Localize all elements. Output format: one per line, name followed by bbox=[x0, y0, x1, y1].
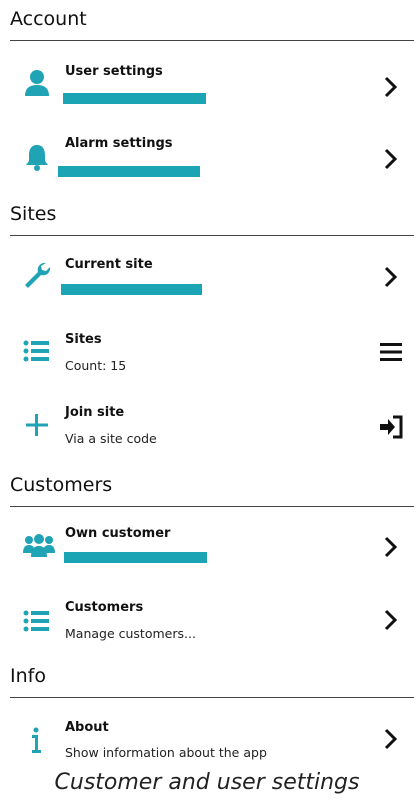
customers-row[interactable]: Customers Manage customers... bbox=[0, 592, 414, 652]
hamburger-menu-icon[interactable] bbox=[378, 339, 404, 365]
section-header-info: Info bbox=[10, 665, 46, 687]
row-title: Sites bbox=[65, 332, 102, 347]
redaction-bar bbox=[58, 166, 200, 177]
chevron-right-icon[interactable] bbox=[378, 74, 404, 100]
current-site-row[interactable]: Current site bbox=[0, 248, 414, 308]
redaction-bar bbox=[63, 93, 206, 104]
sign-in-icon[interactable] bbox=[378, 414, 404, 440]
chevron-right-icon[interactable] bbox=[378, 146, 404, 172]
section-divider bbox=[10, 697, 414, 698]
wrench-icon bbox=[22, 260, 56, 290]
row-title: User settings bbox=[65, 64, 163, 79]
chevron-right-icon[interactable] bbox=[378, 264, 404, 290]
list-icon bbox=[22, 606, 56, 636]
redaction-bar bbox=[61, 284, 202, 295]
figure-caption: Customer and user settings bbox=[54, 770, 360, 795]
chevron-right-icon[interactable] bbox=[378, 607, 404, 633]
list-icon bbox=[22, 336, 56, 366]
row-title: Join site bbox=[65, 405, 125, 420]
redaction-bar bbox=[64, 552, 207, 563]
row-title: Current site bbox=[65, 257, 153, 272]
row-title: About bbox=[65, 720, 109, 735]
row-subtitle: Via a site code bbox=[65, 431, 157, 446]
row-title: Own customer bbox=[65, 526, 171, 541]
section-divider bbox=[10, 235, 414, 236]
section-divider bbox=[10, 40, 414, 41]
row-subtitle: Show information about the app bbox=[65, 745, 267, 760]
about-row[interactable]: About Show information about the app bbox=[0, 712, 414, 772]
user-settings-row[interactable]: User settings bbox=[0, 56, 414, 116]
own-customer-row[interactable]: Own customer bbox=[0, 517, 414, 577]
users-icon bbox=[22, 531, 56, 561]
join-site-row[interactable]: Join site Via a site code bbox=[0, 396, 414, 456]
sites-row[interactable]: Sites Count: 15 bbox=[0, 322, 414, 382]
chevron-right-icon[interactable] bbox=[378, 726, 404, 752]
bell-icon bbox=[22, 142, 56, 172]
user-icon bbox=[22, 68, 56, 98]
section-header-sites: Sites bbox=[10, 203, 57, 225]
plus-icon bbox=[22, 410, 56, 440]
row-subtitle: Count: 15 bbox=[65, 358, 127, 373]
chevron-right-icon[interactable] bbox=[378, 534, 404, 560]
row-subtitle: Manage customers... bbox=[65, 626, 196, 641]
info-icon bbox=[22, 726, 56, 756]
section-divider bbox=[10, 506, 414, 507]
section-header-customers: Customers bbox=[10, 474, 113, 496]
alarm-settings-row[interactable]: Alarm settings bbox=[0, 128, 414, 188]
row-title: Alarm settings bbox=[65, 136, 173, 151]
row-title: Customers bbox=[65, 600, 144, 615]
section-header-account: Account bbox=[10, 8, 87, 30]
